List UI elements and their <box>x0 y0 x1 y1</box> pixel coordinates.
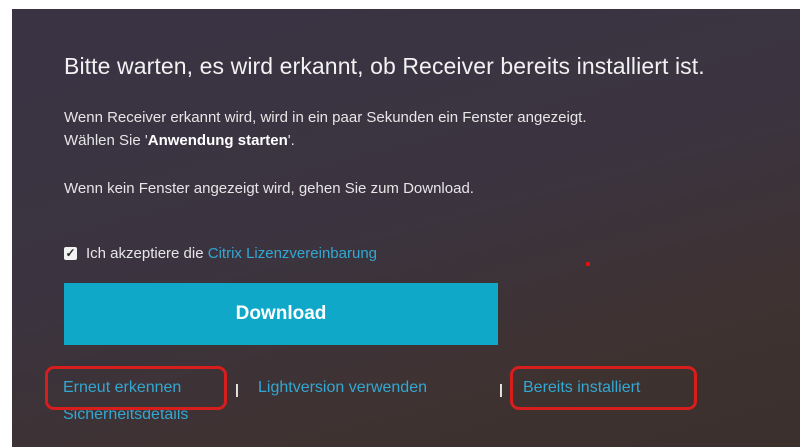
detection-info-suffix: '. <box>287 132 295 149</box>
redetect-highlight-outline <box>45 366 227 410</box>
license-agreement-link[interactable]: Citrix Lizenzvereinbarung <box>208 245 377 262</box>
license-label: Ich akzeptiere die <box>86 245 204 262</box>
link-separator: | <box>235 381 239 397</box>
detection-info-line-2: Wählen Sie 'Anwendung starten'. <box>64 129 587 152</box>
download-button[interactable]: Download <box>64 283 498 345</box>
detection-info-line-1: Wenn Receiver erkannt wird, wird in ein … <box>64 109 587 126</box>
license-checkbox[interactable]: ✓ <box>64 247 77 260</box>
light-version-link[interactable]: Lightversion verwenden <box>258 379 427 397</box>
receiver-detection-panel: Bitte warten, es wird erkannt, ob Receiv… <box>12 9 800 447</box>
red-marker-dot <box>586 262 590 266</box>
launch-app-emphasis: Anwendung starten <box>147 132 288 149</box>
license-accept-row: ✓ Ich akzeptiere die Citrix Lizenzverein… <box>64 245 377 262</box>
download-hint-paragraph: Wenn kein Fenster angezeigt wird, gehen … <box>64 180 474 197</box>
page-heading: Bitte warten, es wird erkannt, ob Receiv… <box>64 53 705 79</box>
detection-info-prefix: Wählen Sie ' <box>64 132 148 149</box>
already-installed-highlight-outline <box>510 366 697 410</box>
detection-info-paragraph: Wenn Receiver erkannt wird, wird in ein … <box>64 106 587 152</box>
link-separator: | <box>499 381 503 397</box>
